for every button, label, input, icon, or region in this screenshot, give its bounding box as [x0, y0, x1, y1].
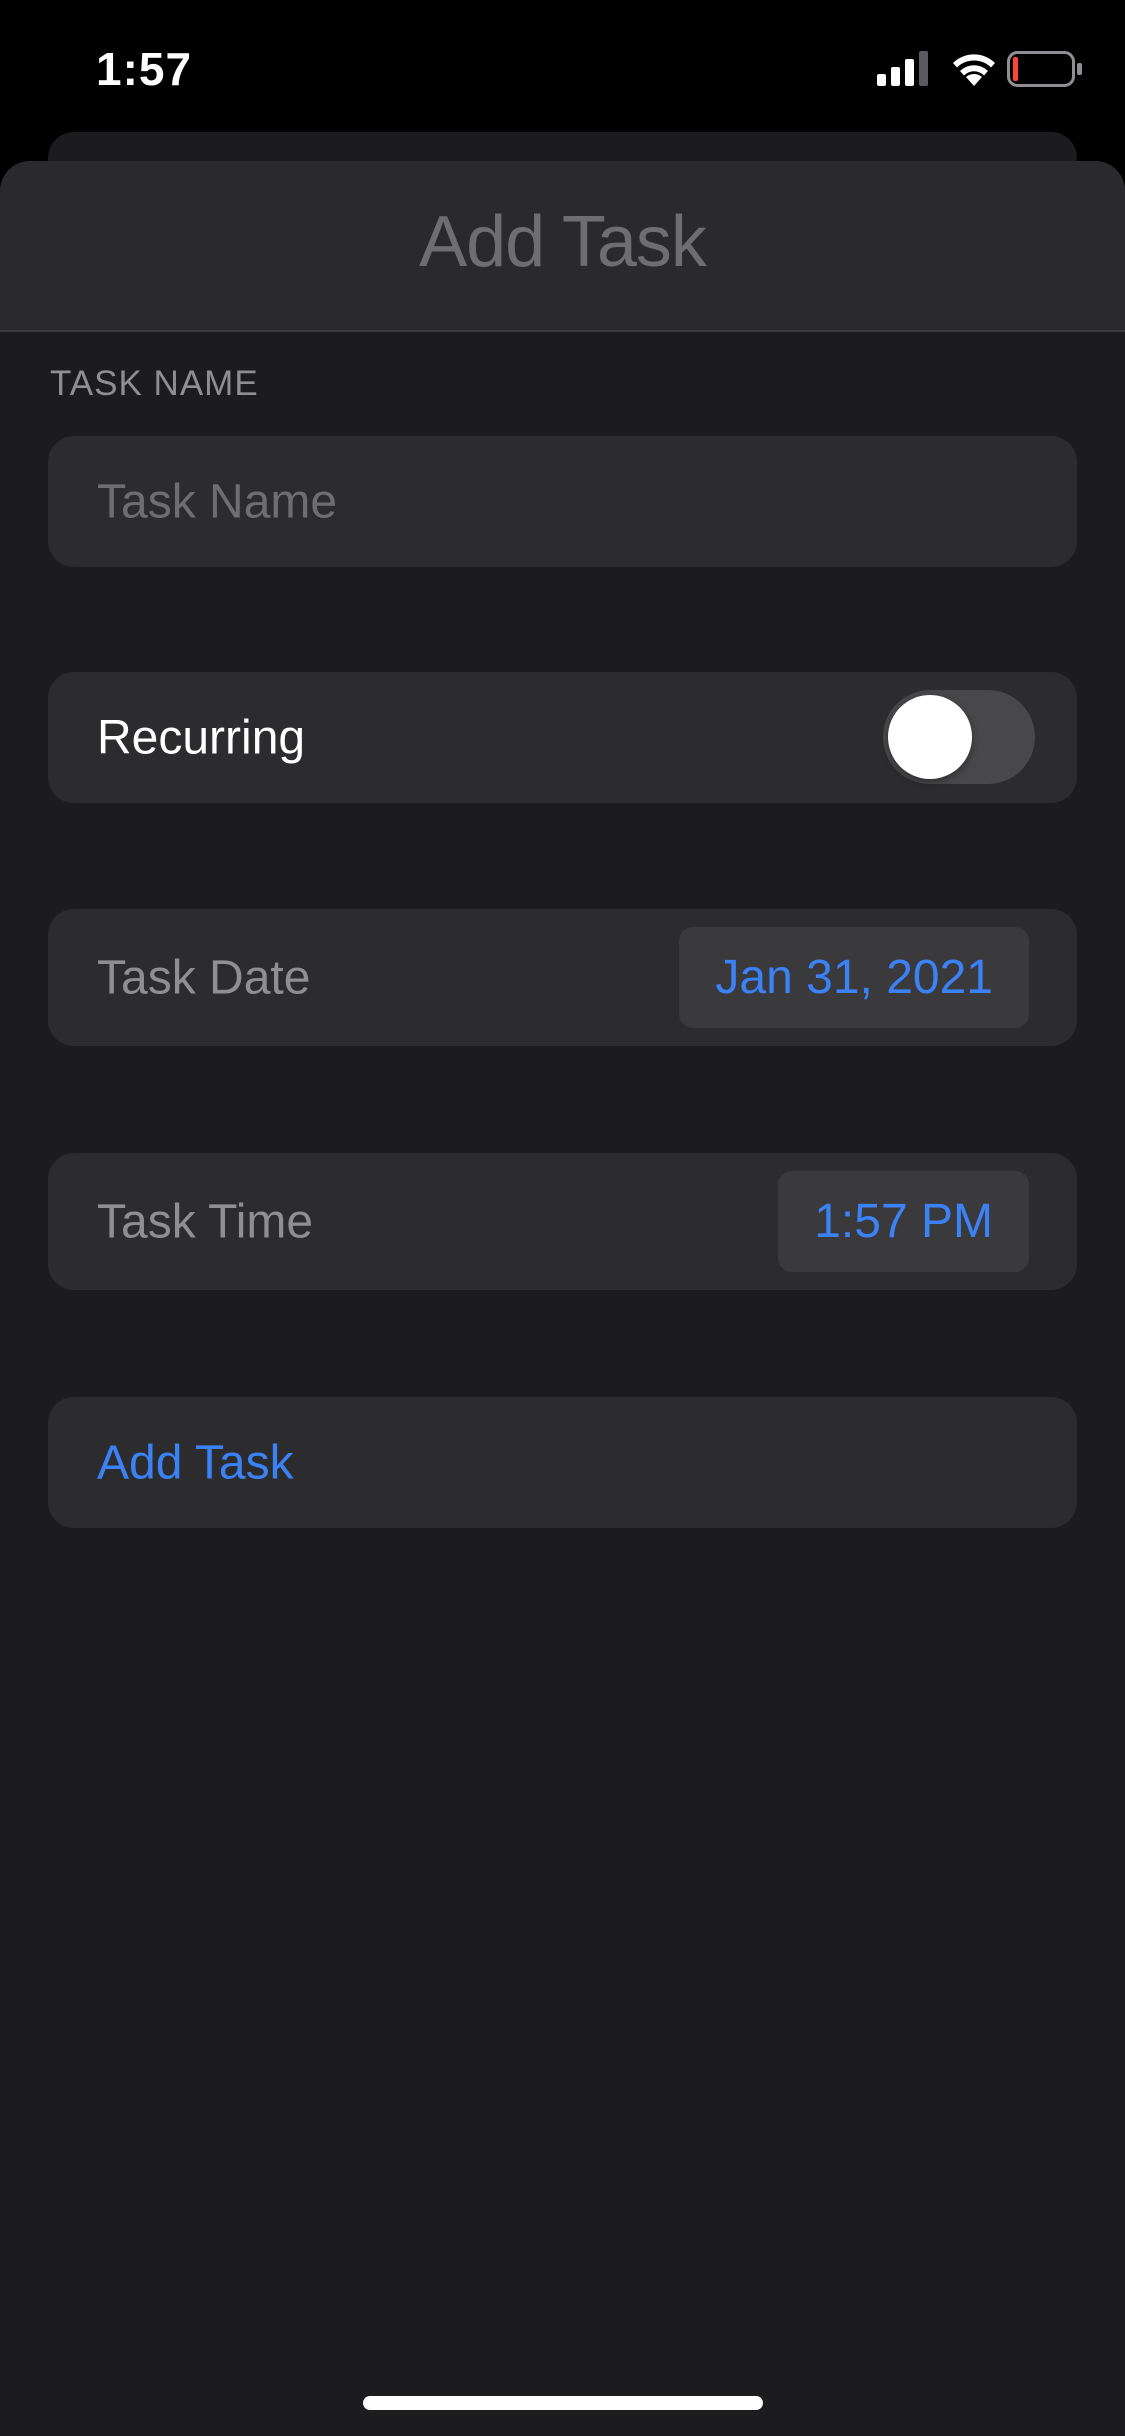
recurring-label: Recurring [97, 711, 306, 764]
task-name-placeholder: Task Name [97, 475, 338, 528]
wifi-icon [953, 54, 995, 86]
add-task-button[interactable]: Add Task [48, 1397, 1077, 1528]
recurring-row: Recurring [48, 672, 1077, 803]
task-date-picker[interactable]: Jan 31, 2021 [679, 927, 1029, 1028]
task-time-label: Task Time [97, 1195, 314, 1248]
status-time: 1:57 [96, 43, 193, 95]
task-date-label: Task Date [97, 951, 311, 1004]
recurring-toggle[interactable] [883, 690, 1035, 784]
add-task-button-label: Add Task [97, 1436, 294, 1489]
toggle-knob [888, 695, 972, 779]
home-indicator[interactable] [363, 2396, 763, 2410]
task-date-row: Task Date Jan 31, 2021 [48, 909, 1077, 1046]
cellular-signal-icon [877, 51, 928, 86]
add-task-sheet: Add Task TASK NAME Task Name Recurring T… [0, 161, 1125, 2436]
task-time-row: Task Time 1:57 PM [48, 1153, 1077, 1290]
status-bar: 1:57 [0, 0, 1125, 135]
section-header-task-name: TASK NAME [50, 364, 259, 403]
nav-bar: Add Task [0, 161, 1125, 332]
battery-low-icon [1007, 51, 1082, 87]
task-name-field[interactable]: Task Name [48, 436, 1077, 567]
task-time-picker[interactable]: 1:57 PM [778, 1171, 1029, 1272]
page-title: Add Task [419, 202, 707, 282]
